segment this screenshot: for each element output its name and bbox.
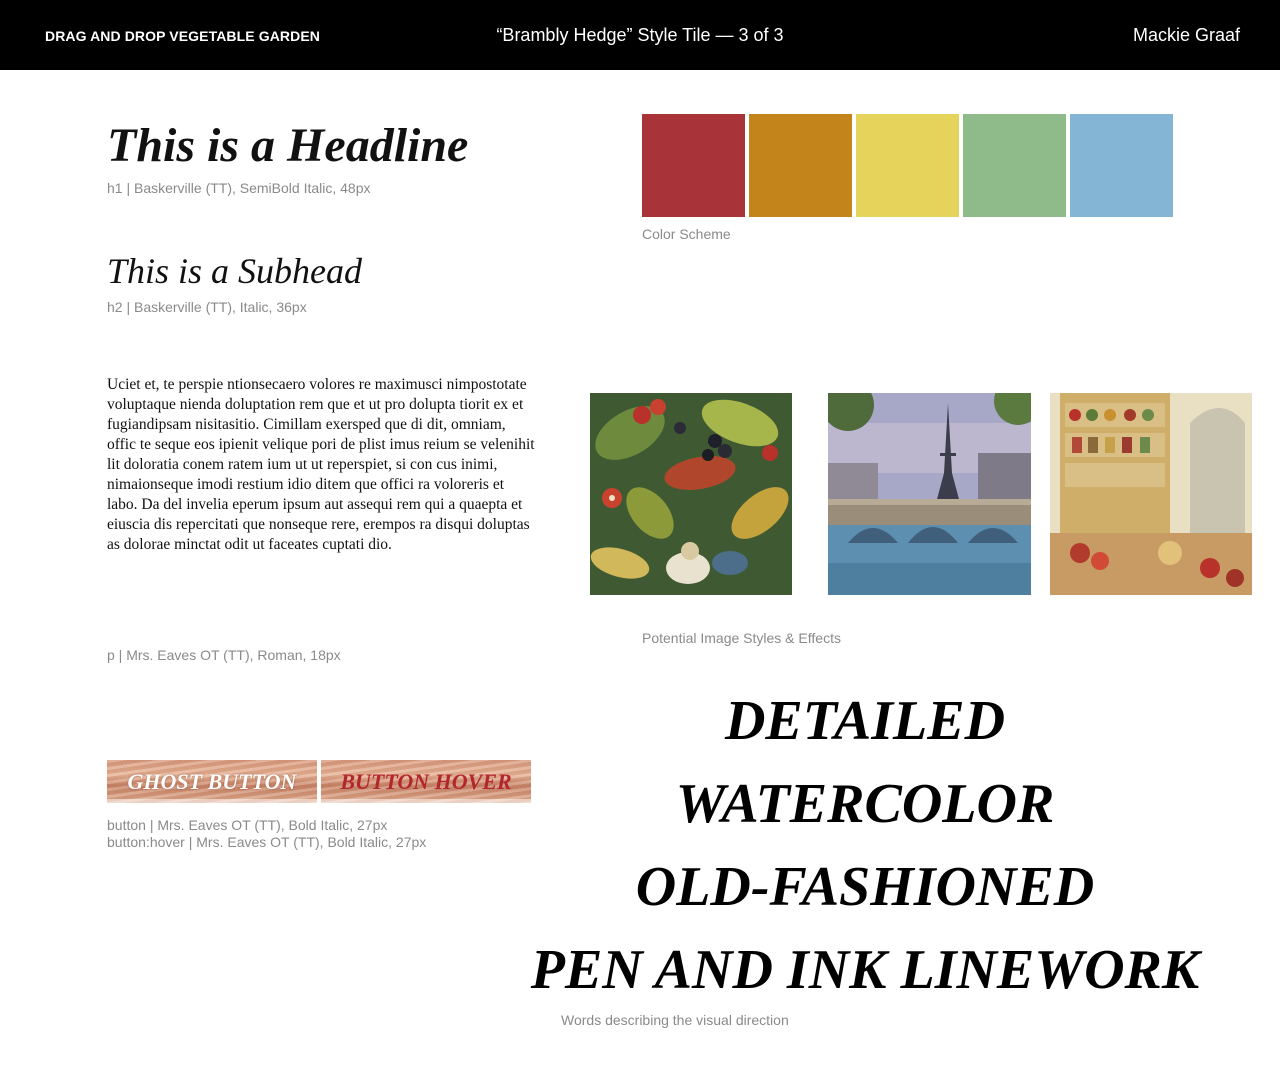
ghost-button[interactable]: GHOST BUTTON [107, 760, 317, 803]
subhead-sample: This is a Subhead [107, 251, 363, 291]
direction-word: PEN AND INK LINEWORK [530, 939, 1200, 1001]
color-swatch-yellow [856, 114, 959, 217]
color-scheme [642, 114, 1173, 217]
headline-sample: This is a Headline [107, 119, 469, 172]
visual-direction-caption: Words describing the visual direction [561, 1012, 789, 1028]
direction-word: DETAILED [724, 690, 1006, 752]
button-caption: button | Mrs. Eaves OT (TT), Bold Italic… [107, 817, 388, 833]
bramble-illustration [590, 393, 792, 595]
color-swatch-green [963, 114, 1066, 217]
direction-word: OLD-FASHIONED [635, 856, 1095, 918]
paragraph-caption: p | Mrs. Eaves OT (TT), Roman, 18px [107, 647, 341, 663]
button-hover-caption: button:hover | Mrs. Eaves OT (TT), Bold … [107, 834, 427, 850]
color-swatch-blue [1070, 114, 1173, 217]
pantry-illustration [1050, 393, 1252, 595]
color-swatch-red [642, 114, 745, 217]
headline-caption: h1 | Baskerville (TT), SemiBold Italic, … [107, 180, 371, 196]
header-bar: DRAG AND DROP VEGETABLE GARDEN “Brambly … [0, 0, 1280, 70]
paris-bridge-illustration [828, 393, 1031, 595]
paragraph-sample: Uciet et, te perspie ntionsecaero volore… [107, 376, 535, 553]
style-tile-title: “Brambly Hedge” Style Tile — 3 of 3 [496, 25, 784, 45]
author-name: Mackie Graaf [1132, 25, 1240, 45]
visual-direction-words: DETAILED WATERCOLOR OLD-FASHIONED PEN AN… [470, 680, 1260, 1012]
color-swatch-ochre [749, 114, 852, 217]
color-scheme-caption: Color Scheme [642, 226, 731, 242]
subhead-caption: h2 | Baskerville (TT), Italic, 36px [107, 299, 307, 315]
image-styles-caption: Potential Image Styles & Effects [642, 630, 841, 646]
direction-word: WATERCOLOR [675, 773, 1055, 835]
